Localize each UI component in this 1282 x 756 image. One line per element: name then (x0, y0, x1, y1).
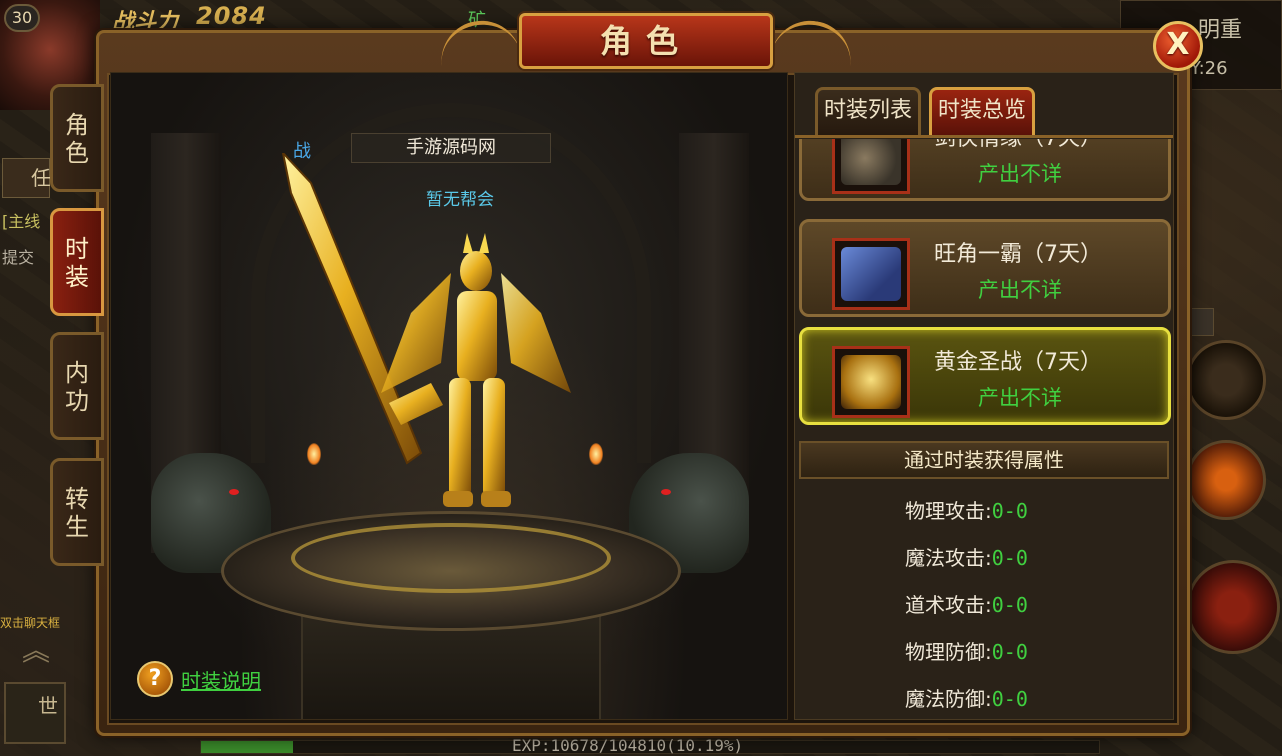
tab-fashion-label-2: 装 (65, 263, 89, 291)
tab-character-label-1: 角 (65, 111, 89, 139)
tab-rebirth-label-2: 生 (65, 513, 89, 541)
chat-channel-label: 世 (38, 694, 58, 718)
attribute-label: 魔法防御: (905, 687, 992, 711)
exp-bar-fill (201, 741, 293, 753)
attribute-value: 0-0 (991, 499, 1028, 523)
attribute-row: 物理攻击:0-0 (905, 495, 1028, 524)
tab-fashion-label-1: 时 (65, 235, 89, 263)
attribute-row: 道术攻击:0-0 (905, 589, 1028, 618)
attribute-label: 魔法攻击: (905, 546, 992, 570)
collapse-up-icon[interactable]: ︽ (8, 636, 64, 666)
run-skill-button[interactable] (1186, 440, 1266, 520)
golden-armor-icon (832, 346, 910, 418)
minimap-title: 明重 (1198, 18, 1243, 43)
attribute-value: 0-0 (991, 687, 1028, 711)
tab-rebirth[interactable]: 转 生 (50, 458, 104, 566)
tab-fashion-overview[interactable]: 时装总览 (929, 87, 1036, 135)
tab-inner-skill-label-1: 内 (65, 359, 89, 387)
class-label: 战 (293, 141, 311, 162)
close-button[interactable]: X (1153, 21, 1203, 71)
fashion-item-name: 黄金圣战（7天） (934, 350, 1102, 375)
quick-slot-1[interactable] (1186, 308, 1214, 336)
attribute-row: 物理防御:0-0 (905, 636, 1028, 665)
fashion-item-source: 产出不详 (978, 278, 1062, 302)
fashion-item-card[interactable]: 旺角一霸（7天） 产出不详 (799, 219, 1171, 317)
fashion-help-link[interactable]: 时装说明 (181, 665, 261, 694)
fashion-item-list[interactable]: 剑侠情缘（7天） 产出不详 旺角一霸（7天） 产出不详 黄金圣战（7天） 产出不… (795, 139, 1173, 437)
help-icon[interactable]: ? (137, 661, 173, 697)
close-icon: X (1166, 27, 1190, 62)
attribute-value: 0-0 (991, 593, 1028, 617)
fashion-item-card[interactable]: 剑侠情缘（7天） 产出不详 (799, 139, 1171, 201)
attribute-label: 物理攻击: (905, 499, 992, 523)
dialog-title-plate: 角色 (519, 13, 773, 69)
tab-character-label-2: 色 (65, 139, 89, 167)
attribute-row: 魔法防御:0-0 (905, 683, 1028, 712)
shield-icon (832, 139, 910, 194)
attribute-value: 0-0 (991, 546, 1028, 570)
chat-ticker: 双击聊天框 (0, 616, 61, 630)
fashion-panel: 时装列表 时装总览 剑侠情缘（7天） 产出不详 旺角一霸（7天） 产出不详 黄金… (794, 72, 1174, 720)
player-level-badge: 30 (4, 4, 40, 32)
fashion-item-source: 产出不详 (978, 386, 1062, 410)
attribute-label: 物理防御: (905, 640, 992, 664)
quest-mainline-label[interactable]: [主线 (2, 208, 40, 232)
skill-button-1[interactable] (1186, 340, 1266, 420)
tab-rebirth-label-1: 转 (65, 485, 89, 513)
tab-fashion[interactable]: 时 装 (50, 208, 104, 316)
fashion-item-name: 旺角一霸（7天） (934, 242, 1102, 267)
exp-readout: EXP:10678/104810(10.19%) (512, 736, 744, 755)
tab-divider (795, 135, 1173, 138)
task-button[interactable]: 任 (2, 158, 51, 198)
golden-warrior-model[interactable] (271, 153, 591, 553)
guild-label: 暂无帮会 (426, 190, 494, 210)
attribute-value: 0-0 (991, 640, 1028, 664)
tab-character[interactable]: 角 色 (50, 84, 104, 192)
quest-submit-label[interactable]: 提交 (2, 244, 34, 268)
fashion-item-name: 剑侠情缘（7天） (934, 139, 1102, 152)
chat-channel-button[interactable]: 世 (4, 682, 66, 744)
tab-inner-skill[interactable]: 内 功 (50, 332, 104, 440)
character-name: 手游源码网 (351, 133, 551, 163)
character-showcase: 战 手游源码网 暂无帮会 ? 时装说明 (110, 72, 788, 720)
torch-flame-right (589, 443, 603, 465)
fashion-item-source: 产出不详 (978, 162, 1062, 186)
scroll-icon (832, 238, 910, 310)
combat-power-value: 2084 (196, 2, 267, 30)
dialog-title: 角色 (599, 22, 692, 60)
attributes-header: 通过时装获得属性 (799, 441, 1169, 479)
fashion-item-card-selected[interactable]: 黄金圣战（7天） 产出不详 (799, 327, 1171, 425)
attribute-row: 魔法攻击:0-0 (905, 542, 1028, 571)
tab-inner-skill-label-2: 功 (65, 387, 89, 415)
tab-fashion-list[interactable]: 时装列表 (815, 87, 922, 135)
attribute-label: 道术攻击: (905, 593, 992, 617)
attack-button[interactable] (1186, 560, 1280, 654)
